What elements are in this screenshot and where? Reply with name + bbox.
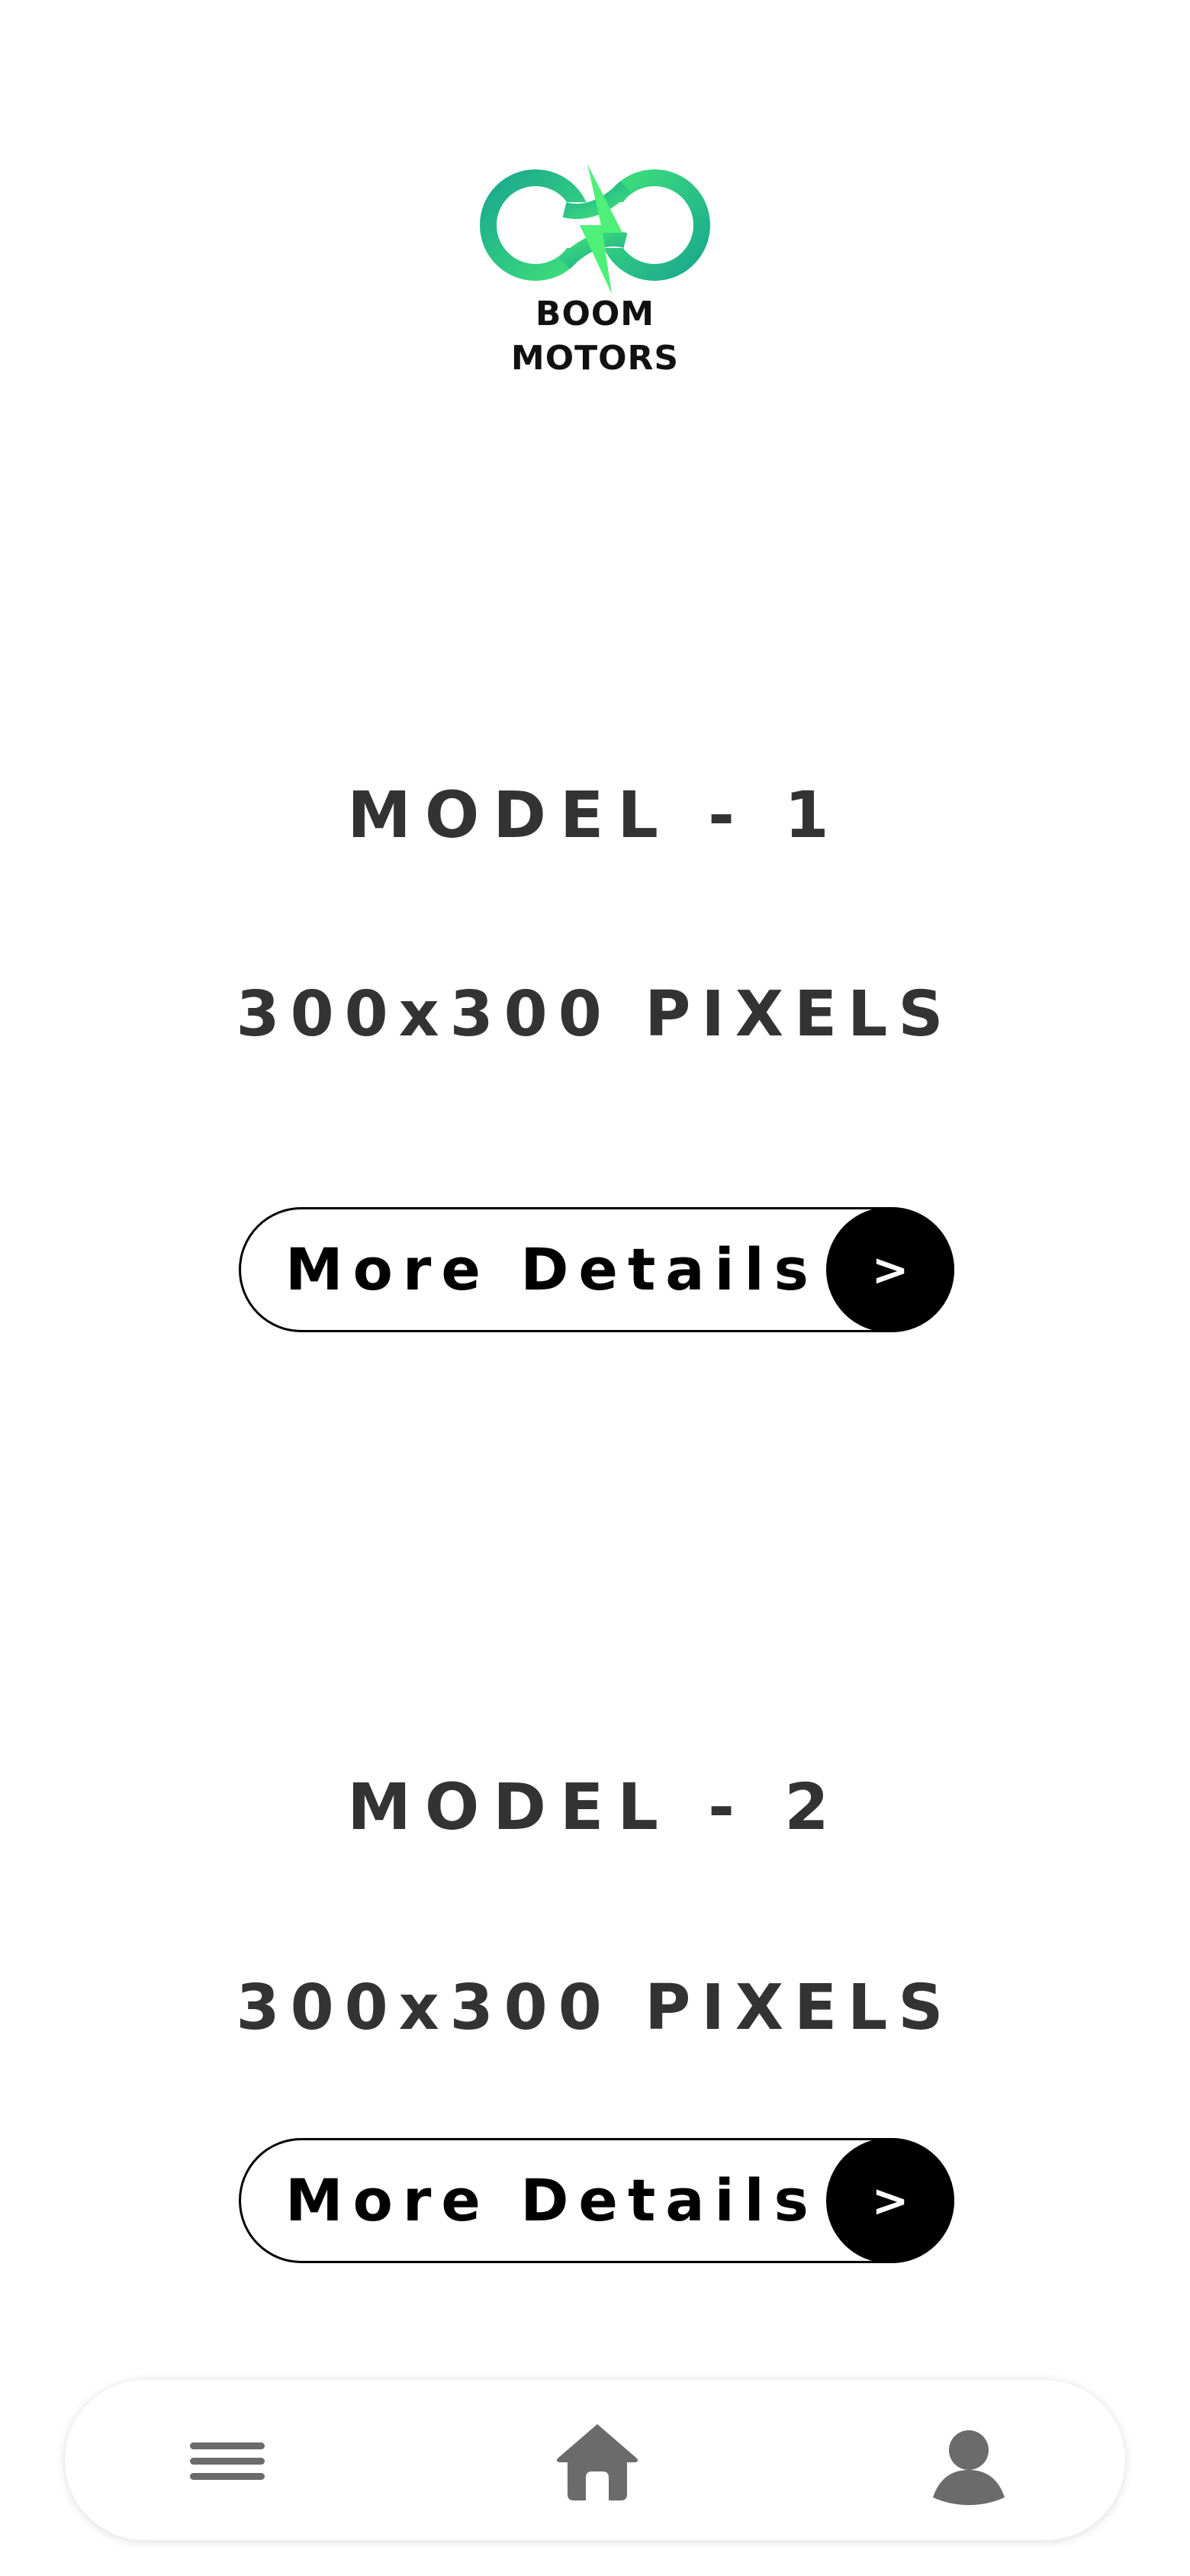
more-details-button[interactable]: More Details > — [239, 1207, 954, 1332]
infinity-bolt-logo-icon — [480, 164, 710, 294]
chevron-right-icon: > — [826, 2138, 954, 2263]
profile-icon[interactable] — [919, 2412, 1018, 2511]
more-details-label: More Details — [285, 1235, 819, 1303]
more-details-button[interactable]: More Details > — [239, 2138, 954, 2263]
more-details-label: More Details — [285, 2166, 819, 2234]
model-title: MODEL - 1 — [347, 778, 843, 852]
model-subtitle: 300x300 PIXELS — [236, 1972, 954, 2044]
model-subtitle: 300x300 PIXELS — [236, 978, 954, 1051]
brand-logo: BOOM MOTORS — [473, 156, 717, 385]
bottom-navigation-bar — [64, 2379, 1126, 2541]
home-icon[interactable] — [548, 2412, 647, 2511]
model-title: MODEL - 2 — [347, 1769, 843, 1844]
brand-name-line1: BOOM — [535, 295, 655, 333]
chevron-right-icon: > — [826, 1207, 954, 1332]
brand-name-line2: MOTORS — [510, 339, 680, 378]
menu-icon[interactable] — [178, 2412, 277, 2511]
